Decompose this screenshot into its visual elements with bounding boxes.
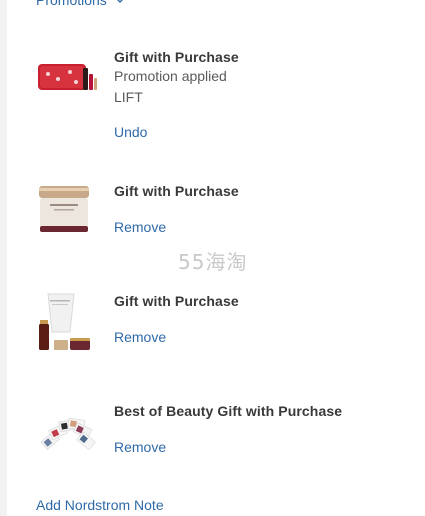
promo-code: LIFT [114, 89, 143, 105]
remove-link[interactable]: Remove [114, 218, 166, 236]
item-title: Gift with Purchase [114, 293, 239, 309]
promo-item-1: Gift with Purchase Promotion applied LIF… [36, 48, 406, 148]
left-rail [0, 0, 7, 516]
promotions-toggle-label: Promotions [36, 0, 107, 8]
watermark-logo: 55海淘 [178, 250, 248, 274]
promo-status: Promotion applied [114, 68, 227, 84]
add-note-link[interactable]: Add Nordstrom Note [36, 497, 164, 513]
sample-cards-thumbnail [40, 417, 96, 451]
remove-link[interactable]: Remove [114, 438, 166, 456]
item-title: Gift with Purchase [114, 49, 239, 65]
undo-link[interactable]: Undo [114, 123, 147, 141]
item-title: Gift with Purchase [114, 183, 239, 199]
chevron-down-icon [116, 0, 123, 3]
gift-set-thumbnail [38, 64, 97, 90]
cream-jar-thumbnail [39, 186, 89, 232]
promo-item-4: Best of Beauty Gift with Purchase Remove [36, 402, 406, 502]
item-title: Best of Beauty Gift with Purchase [114, 403, 343, 419]
promo-item-3: Gift with Purchase Remove [36, 292, 406, 392]
skincare-set-thumbnail [39, 293, 90, 350]
remove-link[interactable]: Remove [114, 328, 166, 346]
promotions-toggle[interactable]: Promotions [36, 0, 125, 9]
